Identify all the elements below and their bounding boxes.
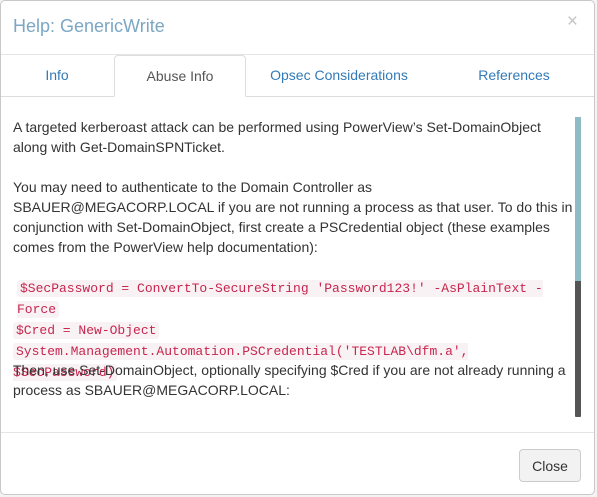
- tab-references[interactable]: References: [432, 55, 594, 97]
- code-line: $SecPassword = ConvertTo-SecureString 'P…: [17, 280, 543, 318]
- scrollbar-thumb[interactable]: [575, 117, 581, 281]
- paragraph-intro: A targeted kerberoast attack can be perf…: [13, 119, 541, 155]
- close-icon[interactable]: ×: [567, 12, 578, 32]
- content-scrollbar[interactable]: [575, 117, 581, 417]
- tab-bar: Info Abuse Info Opsec Considerations Ref…: [1, 55, 594, 97]
- dialog-footer: Close: [1, 432, 594, 494]
- tab-abuse-info[interactable]: Abuse Info: [114, 55, 246, 97]
- dialog-title: Help: GenericWrite: [13, 16, 165, 36]
- help-dialog: Help: GenericWrite × Info Abuse Info Ops…: [0, 0, 595, 495]
- dialog-header: Help: GenericWrite ×: [1, 1, 594, 55]
- tab-opsec-considerations[interactable]: Opsec Considerations: [246, 55, 432, 97]
- tab-content: A targeted kerberoast attack can be perf…: [1, 97, 575, 417]
- code-line: $Cred = New-Object: [13, 322, 160, 339]
- tab-info[interactable]: Info: [1, 55, 113, 97]
- close-button[interactable]: Close: [519, 449, 581, 482]
- paragraph-set-domainobject: Then, use Set-DomainObject, optionally s…: [13, 362, 566, 398]
- paragraph-authenticate: You may need to authenticate to the Doma…: [13, 179, 573, 255]
